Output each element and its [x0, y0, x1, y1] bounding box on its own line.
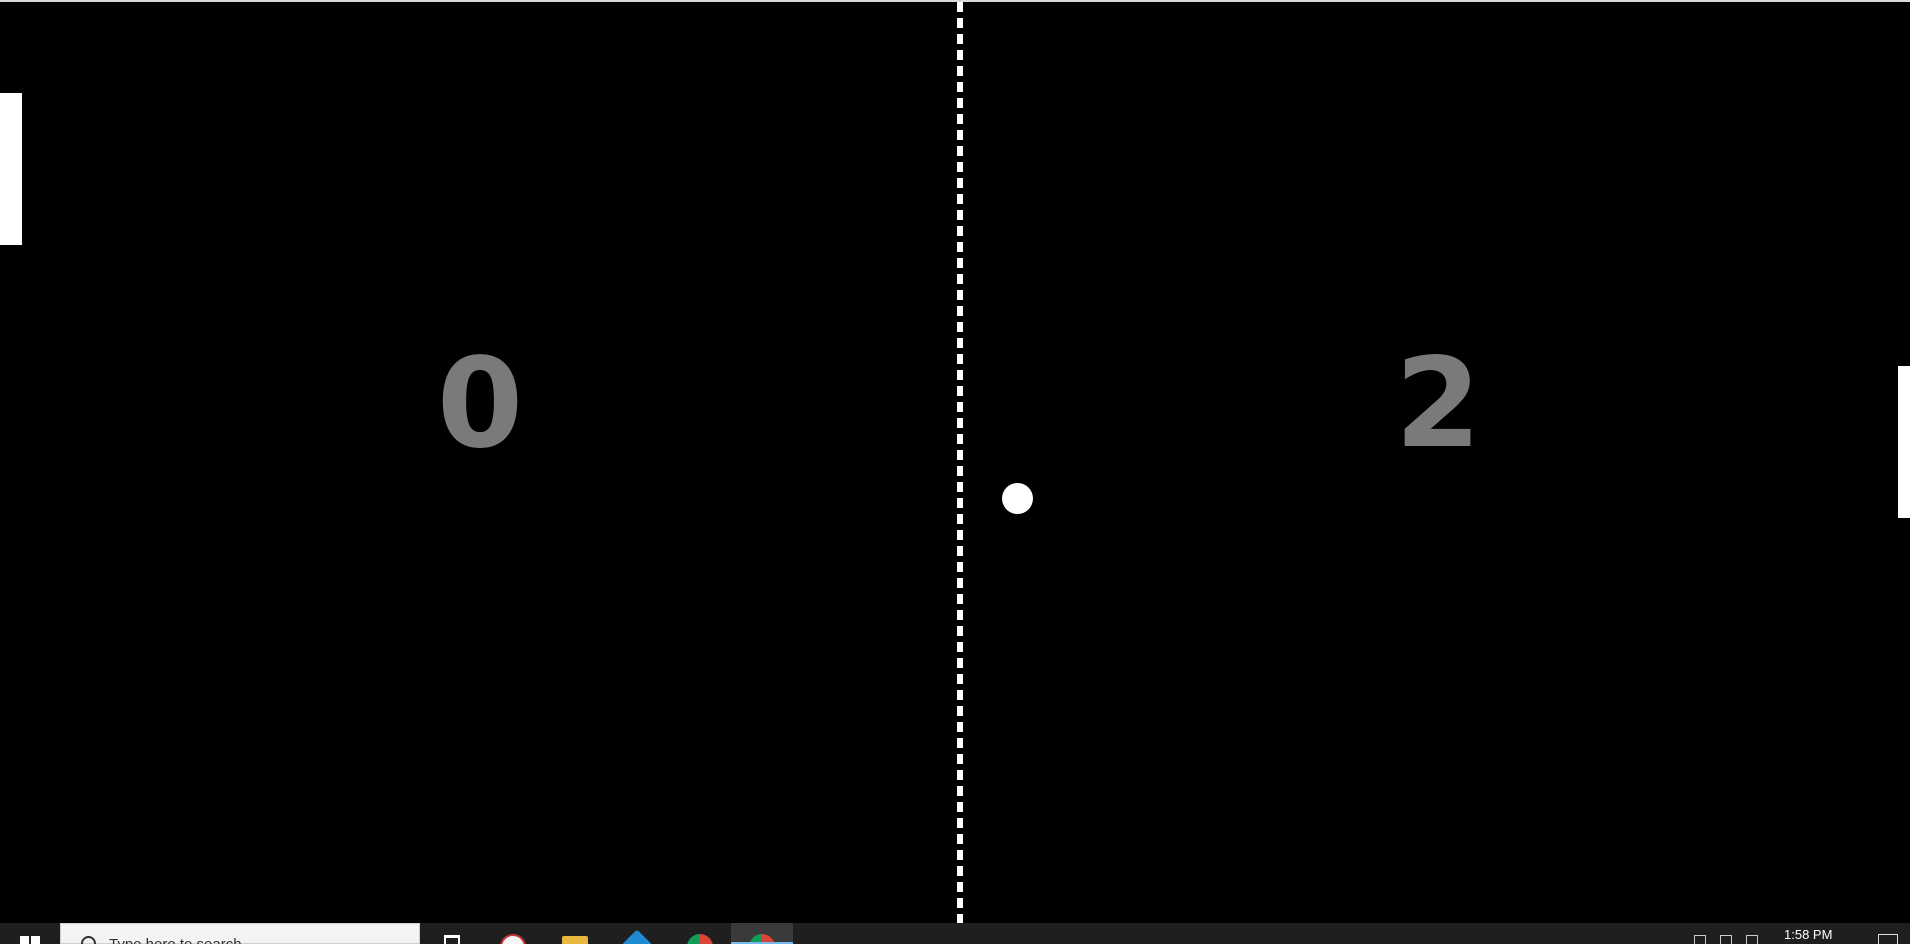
taskbar-app-paint[interactable] [487, 923, 537, 944]
network-icon[interactable] [1720, 935, 1732, 944]
taskbar: Type here to search 1:58 PM [0, 923, 1910, 944]
clock-time[interactable]: 1:58 PM [1784, 927, 1832, 942]
search-icon [81, 936, 96, 944]
taskbar-app-chrome-active[interactable] [731, 923, 793, 944]
pong-game-area[interactable]: 0 2 [0, 2, 1910, 923]
paint-icon [500, 934, 526, 944]
center-net [957, 2, 963, 923]
taskbar-search-box[interactable]: Type here to search [60, 923, 420, 944]
taskbar-app-vscode[interactable] [611, 923, 661, 944]
chrome-icon [687, 934, 713, 944]
notification-icon [1878, 934, 1898, 944]
search-placeholder: Type here to search [109, 936, 242, 944]
system-tray[interactable] [1688, 923, 1778, 944]
chevron-up-icon[interactable] [1694, 935, 1706, 944]
action-center-button[interactable] [1868, 923, 1908, 944]
windows-logo-icon [20, 936, 40, 944]
taskbar-app-file-explorer[interactable] [549, 923, 599, 944]
task-view-button[interactable] [438, 923, 468, 944]
left-paddle [0, 93, 22, 245]
taskbar-app-chrome[interactable] [674, 923, 724, 944]
ball [1002, 483, 1033, 514]
task-view-icon [444, 935, 460, 944]
folder-icon [562, 936, 588, 944]
right-score: 2 [1394, 332, 1482, 476]
start-button[interactable] [0, 923, 50, 944]
vscode-icon [621, 929, 653, 944]
left-score: 0 [436, 332, 524, 476]
screen: 0 2 Type here to search [0, 0, 1910, 944]
volume-icon[interactable] [1746, 935, 1758, 944]
right-paddle [1898, 366, 1910, 518]
